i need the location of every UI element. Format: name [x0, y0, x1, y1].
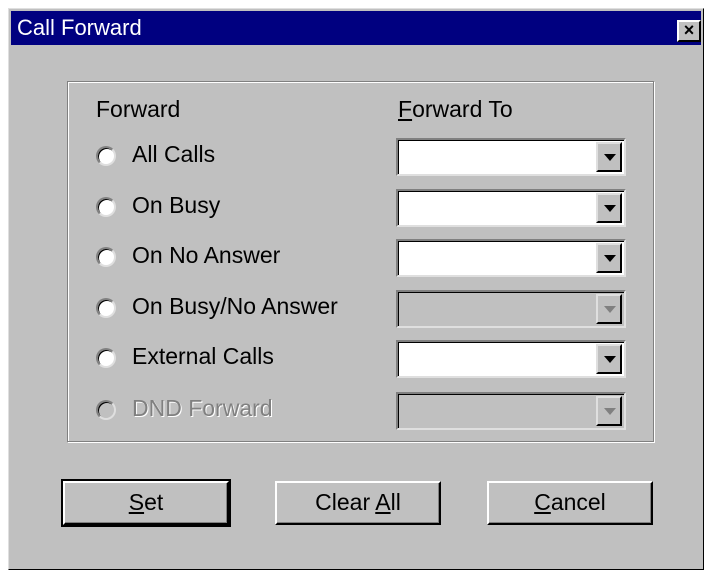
row-dnd-forward: DND Forward — [68, 392, 656, 432]
radio-on-busy[interactable] — [96, 197, 116, 217]
dropdown-button[interactable] — [596, 142, 622, 172]
forward-to-column-header: Forward To — [398, 96, 513, 123]
radio-all-calls[interactable] — [96, 146, 116, 166]
radio-on-busy-no-answer[interactable] — [96, 298, 116, 318]
cancel-button[interactable]: Cancel — [487, 481, 653, 525]
label-external-calls: External Calls — [132, 343, 274, 369]
forward-groupbox: Forward Forward To All Calls On Busy On … — [67, 81, 655, 443]
label-all-calls: All Calls — [132, 141, 216, 167]
forward-to-mnemonic: F — [398, 96, 413, 122]
title-bar[interactable]: Call Forward × — [11, 11, 701, 45]
window-title: Call Forward — [17, 15, 142, 40]
forward-column-header: Forward — [96, 96, 180, 123]
call-forward-dialog: Call Forward × Forward Forward To All Ca… — [8, 8, 704, 570]
forward-to-combo-on-busy[interactable] — [396, 189, 626, 227]
label-dnd-forward: DND Forward — [132, 395, 273, 421]
label-on-busy: On Busy — [132, 192, 221, 218]
label-on-no-answer: On No Answer — [132, 242, 281, 268]
chevron-down-icon — [604, 205, 616, 212]
chevron-down-icon — [604, 356, 616, 363]
row-external-calls: External Calls — [68, 340, 656, 380]
dropdown-button[interactable] — [596, 193, 622, 223]
radio-on-no-answer[interactable] — [96, 247, 116, 267]
forward-header-text: Forward — [96, 96, 181, 122]
dropdown-button[interactable] — [596, 344, 622, 374]
forward-to-header-rest: orward To — [412, 96, 513, 122]
row-on-no-answer: On No Answer — [68, 239, 656, 279]
forward-to-combo-dnd-forward — [396, 392, 626, 430]
forward-to-combo-on-busy-no-answer — [396, 290, 626, 328]
dropdown-button[interactable] — [596, 243, 622, 273]
forward-to-combo-on-no-answer[interactable] — [396, 239, 626, 277]
chevron-down-icon — [604, 408, 616, 415]
forward-to-combo-all-calls[interactable] — [396, 138, 626, 176]
forward-to-combo-external-calls[interactable] — [396, 340, 626, 378]
dropdown-button — [596, 294, 622, 324]
clear-all-button[interactable]: Clear All — [275, 481, 441, 525]
chevron-down-icon — [604, 306, 616, 313]
row-on-busy: On Busy — [68, 189, 656, 229]
close-icon: × — [683, 20, 695, 40]
row-on-busy-no-answer: On Busy/No Answer — [68, 290, 656, 330]
set-button[interactable]: Set — [61, 479, 231, 527]
row-all-calls: All Calls — [68, 138, 656, 178]
radio-dnd-forward — [96, 400, 116, 420]
close-button[interactable]: × — [677, 20, 701, 42]
radio-external-calls[interactable] — [96, 348, 116, 368]
label-on-busy-no-answer: On Busy/No Answer — [132, 293, 338, 319]
chevron-down-icon — [604, 154, 616, 161]
chevron-down-icon — [604, 255, 616, 262]
dropdown-button — [596, 396, 622, 426]
